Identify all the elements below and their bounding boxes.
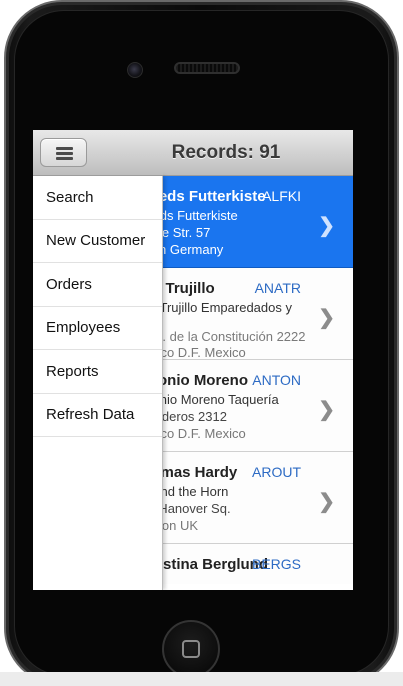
home-square-icon — [182, 640, 200, 658]
chevron-right-icon: ❯ — [318, 215, 335, 237]
menu-item-new-customer[interactable]: New Customer — [33, 220, 162, 263]
menu-item-refresh-data[interactable]: Refresh Data — [33, 394, 162, 437]
customer-id: ALFKI — [262, 188, 301, 204]
menu-item-orders[interactable]: Orders — [33, 263, 162, 307]
chevron-right-icon: ❯ — [318, 307, 335, 329]
bottom-strip — [0, 672, 403, 686]
customer-id: ANTON — [252, 372, 301, 388]
menu-toggle-button[interactable] — [40, 138, 87, 167]
menu-item-employees[interactable]: Employees — [33, 307, 162, 350]
hamburger-icon — [56, 147, 73, 160]
side-menu-panel: Search New Customer Orders Employees Rep… — [33, 130, 163, 590]
side-menu-header — [33, 130, 163, 176]
menu-item-search[interactable]: Search — [33, 176, 162, 220]
home-button[interactable] — [162, 620, 220, 678]
camera-icon — [127, 62, 143, 78]
customer-id: AROUT — [252, 464, 301, 480]
chevron-right-icon: ❯ — [318, 491, 335, 513]
speaker-grille — [174, 62, 240, 74]
customer-id: BERGS — [251, 556, 301, 572]
app-screen: Records: 91 Alfreds Futterkiste ALFKI Al… — [33, 130, 353, 590]
customer-id: ANATR — [254, 280, 301, 296]
menu-item-reports[interactable]: Reports — [33, 350, 162, 394]
chevron-right-icon: ❯ — [318, 399, 335, 421]
